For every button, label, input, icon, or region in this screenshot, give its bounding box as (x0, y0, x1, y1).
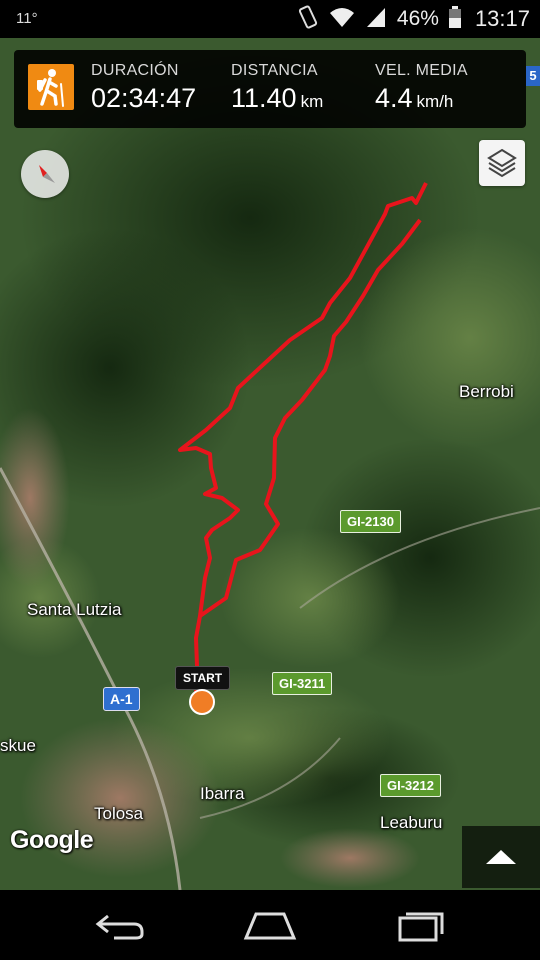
road-shield-gi3212: GI-3212 (380, 774, 441, 797)
stat-speed-value: 4.4 km/h (375, 83, 468, 114)
road-shield-a1: A-1 (103, 687, 140, 711)
layers-icon (487, 148, 517, 178)
compass-icon (39, 165, 55, 183)
start-marker[interactable] (189, 689, 215, 715)
distance-value: 11.40 (231, 83, 297, 113)
road-shield-gi3211: GI-3211 (272, 672, 333, 695)
home-button[interactable] (240, 904, 300, 949)
status-icons: 46% 13:17 (297, 4, 530, 34)
road-shield-gi2130: GI-2130 (340, 510, 401, 533)
speed-unit: km/h (416, 92, 454, 111)
weather-notification: 11° (16, 10, 38, 27)
status-bar: 11° 46% 13:17 (0, 0, 540, 38)
place-label-berrobi: Berrobi (459, 382, 514, 401)
place-label-ibarra: Ibarra (200, 784, 245, 803)
clock: 13:17 (474, 6, 530, 31)
stat-speed: VEL. MEDIA 4.4 km/h (375, 62, 468, 114)
place-label-skue: skue (0, 736, 36, 755)
google-attribution: Google (10, 826, 94, 854)
speed-value: 4.4 (375, 83, 413, 113)
signal-icon (365, 6, 387, 33)
back-icon (95, 914, 144, 940)
stat-speed-label: VEL. MEDIA (375, 62, 468, 79)
hiking-icon (28, 64, 74, 110)
distance-unit: km (300, 92, 324, 111)
place-label-leaburu: Leaburu (380, 813, 443, 832)
layers-button[interactable] (479, 140, 525, 186)
place-label-tolosa: Tolosa (94, 804, 144, 823)
expand-panel-button[interactable] (462, 826, 540, 888)
vibrate-icon (297, 4, 319, 34)
start-marker-label: START (175, 666, 231, 690)
recents-icon (398, 912, 444, 942)
compass-button[interactable] (21, 150, 69, 198)
chevron-up-icon (486, 850, 516, 864)
back-button[interactable] (90, 904, 150, 949)
home-icon (243, 912, 297, 940)
satellite-map[interactable]: Berrobi Santa Lutzia skue Tolosa Ibarra … (0, 38, 540, 890)
wifi-icon (329, 6, 355, 33)
stat-duration-value: 02:34:47 (91, 83, 196, 114)
activity-stats-panel: DURACIÓN 02:34:47 DISTANCIA 11.40 km VEL.… (14, 50, 526, 128)
map-imagery (0, 38, 540, 890)
stat-distance-label: DISTANCIA (231, 62, 318, 79)
duration-value: 02:34:47 (91, 83, 197, 113)
battery-icon (448, 5, 461, 33)
stat-distance-value: 11.40 km (231, 83, 323, 114)
place-label-santa-lutzia: Santa Lutzia (27, 600, 122, 619)
recents-button[interactable] (392, 904, 452, 949)
battery-percent: 46% (396, 7, 439, 30)
stat-duration-label: DURACIÓN (91, 62, 179, 79)
system-navigation-bar (0, 890, 540, 960)
stat-distance: DISTANCIA 11.40 km (231, 62, 323, 114)
stat-duration: DURACIÓN 02:34:47 (91, 62, 196, 114)
road-shield-5: 5 (526, 66, 540, 86)
